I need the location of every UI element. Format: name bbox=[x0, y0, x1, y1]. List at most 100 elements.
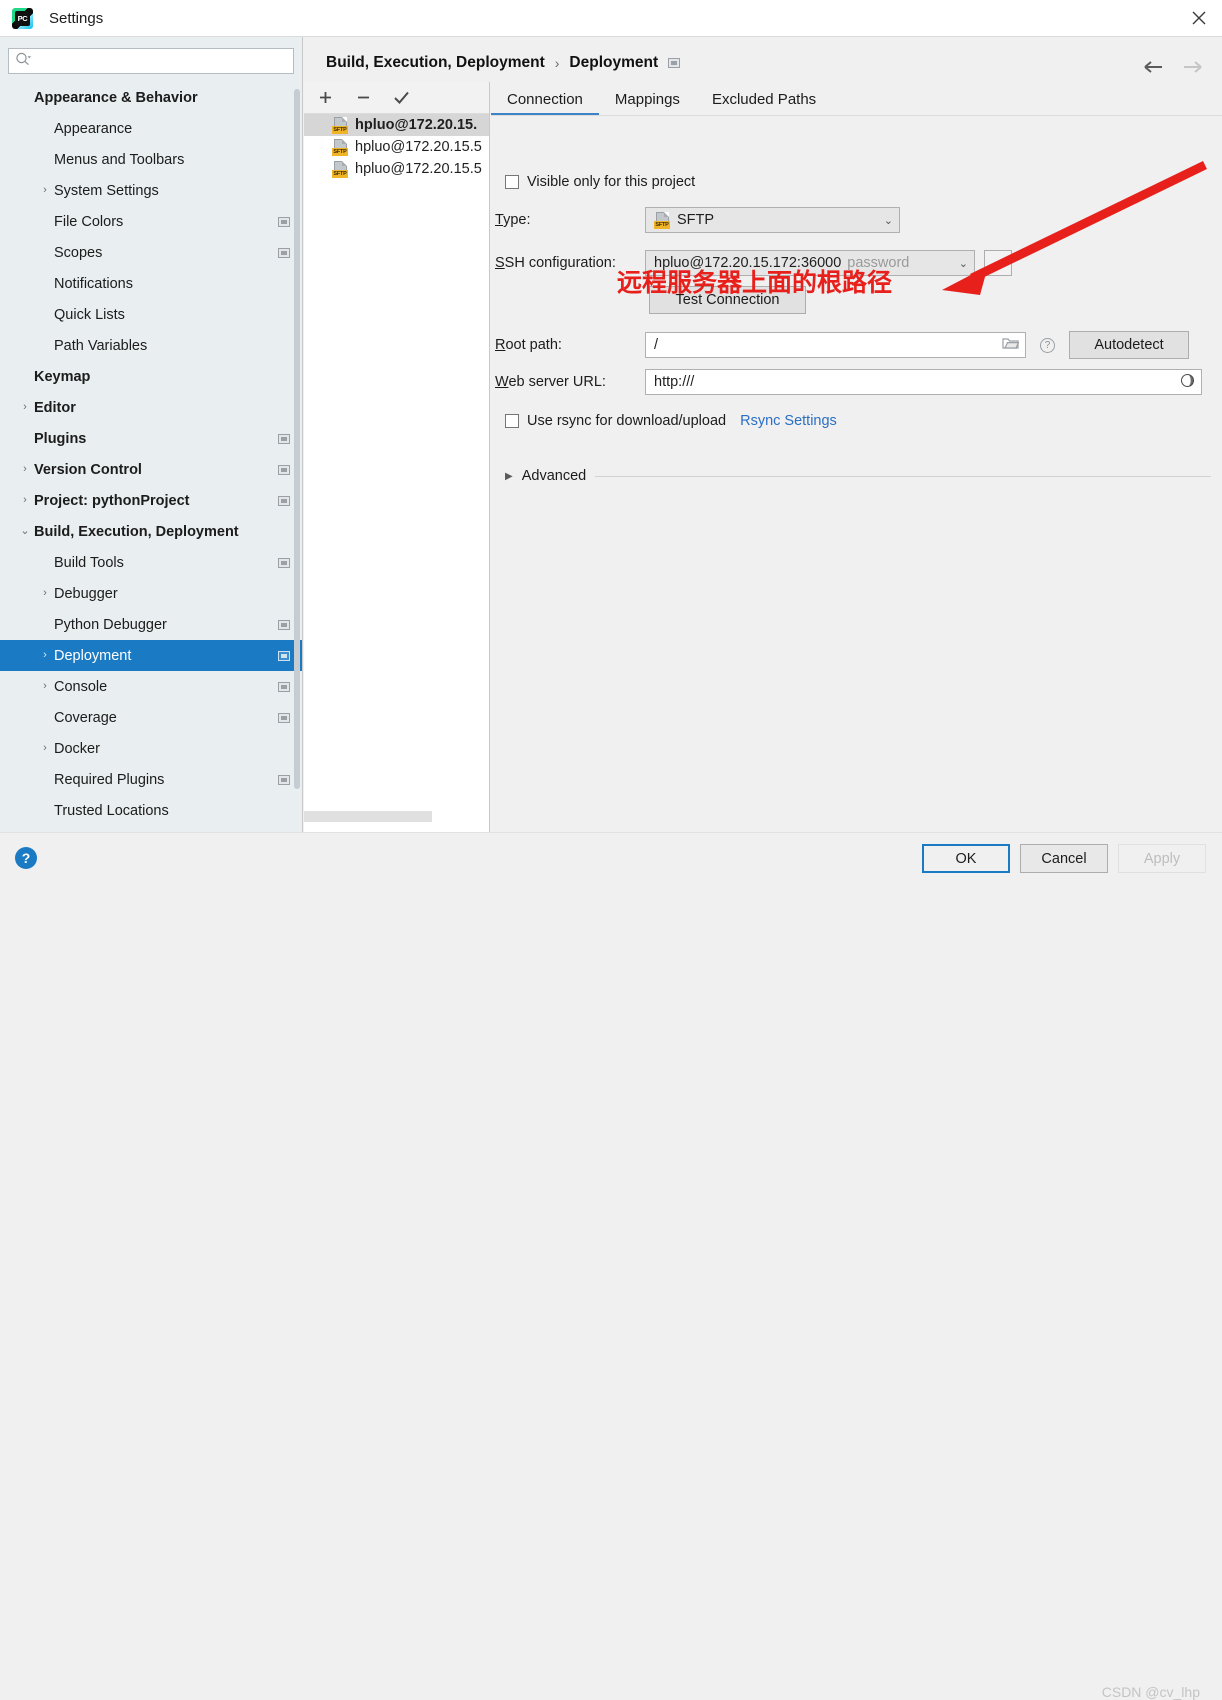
project-scope-icon bbox=[278, 712, 290, 723]
breadcrumb-parent[interactable]: Build, Execution, Deployment bbox=[326, 54, 545, 72]
sidebar-item-project-pythonproject[interactable]: › Project: pythonProject bbox=[0, 485, 302, 516]
sidebar-item-label: File Colors bbox=[54, 213, 124, 230]
sidebar-item-docker[interactable]: › Docker bbox=[0, 733, 302, 764]
web-url-label-rest: eb server URL: bbox=[508, 374, 606, 390]
server-list-item[interactable]: SFTP hpluo@172.20.15.5 bbox=[304, 136, 489, 158]
sidebar-item-build-tools[interactable]: Build Tools bbox=[0, 547, 302, 578]
sftp-icon: SFTP bbox=[332, 116, 350, 134]
sidebar-item-label: Plugins bbox=[34, 430, 87, 447]
project-scope-icon bbox=[278, 619, 290, 630]
search-input[interactable] bbox=[36, 52, 287, 70]
sidebar-item-debugger[interactable]: › Debugger bbox=[0, 578, 302, 609]
test-connection-button[interactable]: Test Connection bbox=[649, 286, 806, 314]
rsync-settings-link[interactable]: Rsync Settings bbox=[740, 413, 837, 429]
sidebar-item-deployment[interactable]: › Deployment bbox=[0, 640, 302, 671]
web-url-row: Web server URL: http:/// bbox=[495, 369, 1202, 395]
root-path-field[interactable]: / bbox=[645, 332, 1026, 358]
sidebar-item-notifications[interactable]: Notifications bbox=[0, 268, 302, 299]
sidebar-item-label: Docker bbox=[54, 740, 100, 757]
sftp-icon-badge: SFTP bbox=[654, 220, 670, 229]
sidebar-item-label: Required Plugins bbox=[54, 771, 165, 788]
folder-icon[interactable] bbox=[1002, 336, 1020, 354]
ssh-config-label: SSH configuration: bbox=[495, 255, 645, 271]
server-list-hscrollbar[interactable] bbox=[304, 811, 490, 822]
ssh-config-browse-button[interactable]: ... bbox=[984, 250, 1012, 276]
arrow-left-icon[interactable] bbox=[1142, 55, 1166, 79]
chevron-right-icon[interactable]: › bbox=[18, 495, 32, 506]
chevron-right-icon[interactable]: › bbox=[38, 681, 52, 692]
sidebar-item-console[interactable]: › Console bbox=[0, 671, 302, 702]
sidebar-item-keymap[interactable]: Keymap bbox=[0, 361, 302, 392]
add-server-button[interactable] bbox=[315, 88, 335, 108]
tab-connection[interactable]: Connection bbox=[491, 91, 599, 116]
sidebar-item-build-execution-deployment[interactable]: ⌄ Build, Execution, Deployment bbox=[0, 516, 302, 547]
sidebar-item-label: Debugger bbox=[54, 585, 118, 602]
advanced-label: Advanced bbox=[521, 468, 587, 484]
server-list-item[interactable]: SFTP hpluo@172.20.15.5 bbox=[304, 158, 489, 180]
sidebar-item-version-control[interactable]: › Version Control bbox=[0, 454, 302, 485]
sidebar-item-required-plugins[interactable]: Required Plugins bbox=[0, 764, 302, 795]
dialog-buttons: OK Cancel Apply bbox=[922, 844, 1206, 873]
root-path-value: / bbox=[654, 337, 659, 353]
search-box[interactable] bbox=[8, 48, 294, 74]
globe-icon[interactable] bbox=[1180, 373, 1195, 392]
project-scope-icon bbox=[278, 681, 290, 692]
sidebar-item-coverage[interactable]: Coverage bbox=[0, 702, 302, 733]
project-scope-icon bbox=[278, 495, 290, 506]
search-wrapper bbox=[0, 37, 302, 82]
cancel-button[interactable]: Cancel bbox=[1020, 844, 1108, 873]
type-combo[interactable]: SFTP SFTP ⌄ bbox=[645, 207, 900, 233]
sidebar-item-file-colors[interactable]: File Colors bbox=[0, 206, 302, 237]
chevron-right-icon[interactable]: › bbox=[38, 185, 52, 196]
sidebar-item-trusted-locations[interactable]: Trusted Locations bbox=[0, 795, 302, 826]
sidebar-scrollbar[interactable] bbox=[294, 89, 300, 794]
server-list-hscrollbar-thumb[interactable] bbox=[304, 811, 432, 822]
sidebar-item-path-variables[interactable]: Path Variables bbox=[0, 330, 302, 361]
chevron-right-icon[interactable]: › bbox=[38, 743, 52, 754]
sidebar-item-scopes[interactable]: Scopes bbox=[0, 237, 302, 268]
sidebar-item-label: Path Variables bbox=[54, 337, 148, 354]
chevron-right-icon[interactable]: › bbox=[18, 402, 32, 413]
sftp-icon-badge: SFTP bbox=[332, 169, 348, 178]
sidebar-item-label: Coverage bbox=[54, 709, 117, 726]
server-list-item[interactable]: SFTP hpluo@172.20.15. bbox=[304, 114, 489, 136]
sidebar-item-label: Menus and Toolbars bbox=[54, 151, 185, 168]
chevron-right-icon[interactable]: › bbox=[38, 650, 52, 661]
tab-mappings[interactable]: Mappings bbox=[599, 91, 696, 116]
visible-only-checkbox[interactable] bbox=[505, 175, 519, 189]
sidebar-item-editor[interactable]: › Editor bbox=[0, 392, 302, 423]
type-combo-value: SFTP bbox=[677, 212, 715, 228]
breadcrumb-current: Deployment bbox=[569, 54, 659, 71]
sftp-icon-badge: SFTP bbox=[332, 125, 348, 134]
sidebar-item-system-settings[interactable]: › System Settings bbox=[0, 175, 302, 206]
watermark: CSDN @cv_lhp bbox=[1101, 1684, 1200, 1700]
web-url-field[interactable]: http:/// bbox=[645, 369, 1202, 395]
sidebar-item-appearance[interactable]: Appearance bbox=[0, 113, 302, 144]
chevron-right-icon[interactable]: › bbox=[38, 588, 52, 599]
tab-excluded-paths[interactable]: Excluded Paths bbox=[696, 91, 832, 116]
autodetect-button[interactable]: Autodetect bbox=[1069, 331, 1189, 359]
ssh-config-combo[interactable]: hpluo@172.20.15.172:36000 password ⌄ bbox=[645, 250, 975, 276]
sidebar-scrollbar-thumb[interactable] bbox=[294, 89, 300, 789]
sidebar-item-quick-lists[interactable]: Quick Lists bbox=[0, 299, 302, 330]
chevron-down-icon[interactable]: ⌄ bbox=[18, 526, 32, 537]
ok-button[interactable]: OK bbox=[922, 844, 1010, 873]
sidebar-item-appearance-behavior[interactable]: Appearance & Behavior bbox=[0, 82, 302, 113]
set-default-server-button[interactable] bbox=[391, 88, 411, 108]
remove-server-button[interactable] bbox=[353, 88, 373, 108]
root-path-row: Root path: / ? Autodetect bbox=[495, 331, 1189, 359]
advanced-section-header[interactable]: ▶ Advanced bbox=[505, 468, 1211, 484]
project-scope-icon bbox=[278, 216, 290, 227]
project-scope-icon bbox=[278, 464, 290, 475]
sidebar-item-menus-and-toolbars[interactable]: Menus and Toolbars bbox=[0, 144, 302, 175]
rsync-checkbox[interactable] bbox=[505, 414, 519, 428]
sidebar-item-plugins[interactable]: Plugins bbox=[0, 423, 302, 454]
close-icon[interactable] bbox=[1176, 0, 1222, 36]
chevron-right-icon[interactable]: › bbox=[18, 464, 32, 475]
sidebar-item-python-debugger[interactable]: Python Debugger bbox=[0, 609, 302, 640]
help-icon[interactable]: ? bbox=[15, 847, 37, 869]
dialog-footer: ? OK Cancel Apply CSDN @cv_lhp bbox=[0, 832, 1222, 1700]
ssh-config-auth-type: password bbox=[847, 255, 910, 271]
root-path-help-icon[interactable]: ? bbox=[1040, 337, 1055, 353]
sidebar-item-label: Editor bbox=[34, 399, 76, 416]
